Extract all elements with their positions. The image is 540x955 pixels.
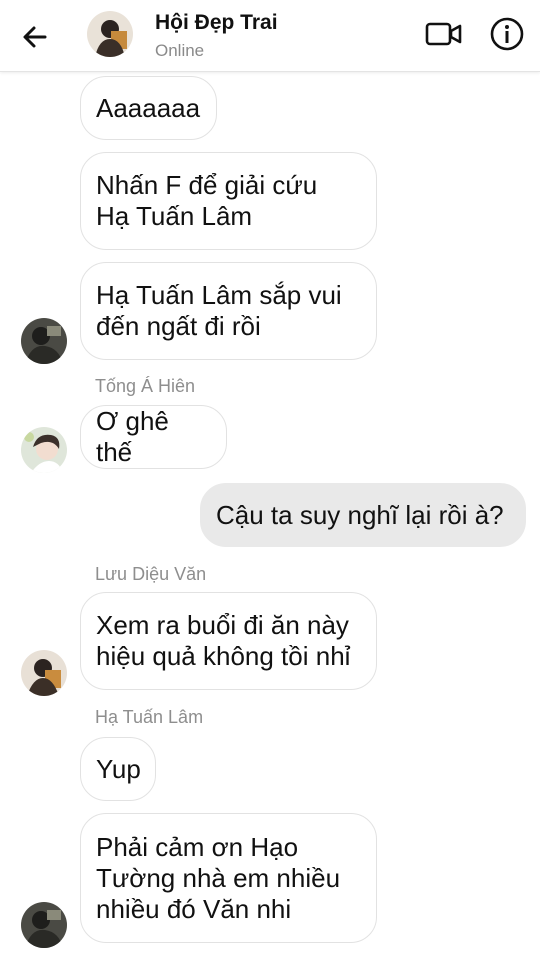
info-icon [490, 17, 524, 51]
sender-name: Lưu Diệu Văn [95, 564, 207, 584]
chat-header: Hội Đẹp Trai Online [0, 0, 540, 72]
back-button[interactable] [18, 20, 52, 54]
message-bubble[interactable]: Phải cảm ơn Hạo Tường nhà em nhiều nhiều… [80, 813, 377, 943]
message-text: Hạ Tuấn Lâm sắp vui đến ngất đi rồi [96, 280, 342, 341]
sender-avatar[interactable] [21, 650, 67, 696]
message-text: Yup [96, 753, 141, 784]
message-text: Aaaaaaa [96, 92, 201, 123]
message-bubble[interactable]: Nhấn F để giải cứu Hạ Tuấn Lâm [80, 152, 377, 250]
message-bubble[interactable]: Ơ ghê thế [80, 405, 227, 469]
video-camera-icon [425, 22, 462, 46]
sender-name: Tống Á Hiên [95, 376, 196, 396]
message-text: Cậu ta suy nghĩ lại rồi à? [216, 499, 504, 530]
message-bubble-outgoing[interactable]: Cậu ta suy nghĩ lại rồi à? [200, 483, 526, 547]
message-text: Ơ ghê thế [96, 406, 169, 467]
message-bubble[interactable]: Yup [80, 737, 156, 801]
sender-avatar[interactable] [21, 427, 67, 473]
message-text: Nhấn F để giải cứu Hạ Tuấn Lâm [96, 170, 318, 231]
sender-name: Hạ Tuấn Lâm [95, 707, 204, 727]
sender-avatar[interactable] [21, 318, 67, 364]
video-call-button[interactable] [424, 17, 464, 51]
info-button[interactable] [489, 16, 525, 52]
chat-title: Hội Đẹp Trai [155, 11, 278, 34]
message-text: Phải cảm ơn Hạo Tường nhà em nhiều nhiều… [96, 831, 341, 924]
message-bubble[interactable]: Aaaaaaa [80, 76, 217, 140]
online-status: Online [155, 41, 205, 60]
message-bubble[interactable]: Xem ra buổi đi ăn này hiệu quả không tồi… [80, 592, 377, 690]
arrow-left-icon [23, 26, 47, 48]
sender-avatar[interactable] [21, 902, 67, 948]
message-text: Xem ra buổi đi ăn này hiệu quả không tồi… [96, 610, 351, 671]
group-avatar[interactable] [87, 11, 133, 57]
message-bubble[interactable]: Hạ Tuấn Lâm sắp vui đến ngất đi rồi [80, 262, 377, 360]
